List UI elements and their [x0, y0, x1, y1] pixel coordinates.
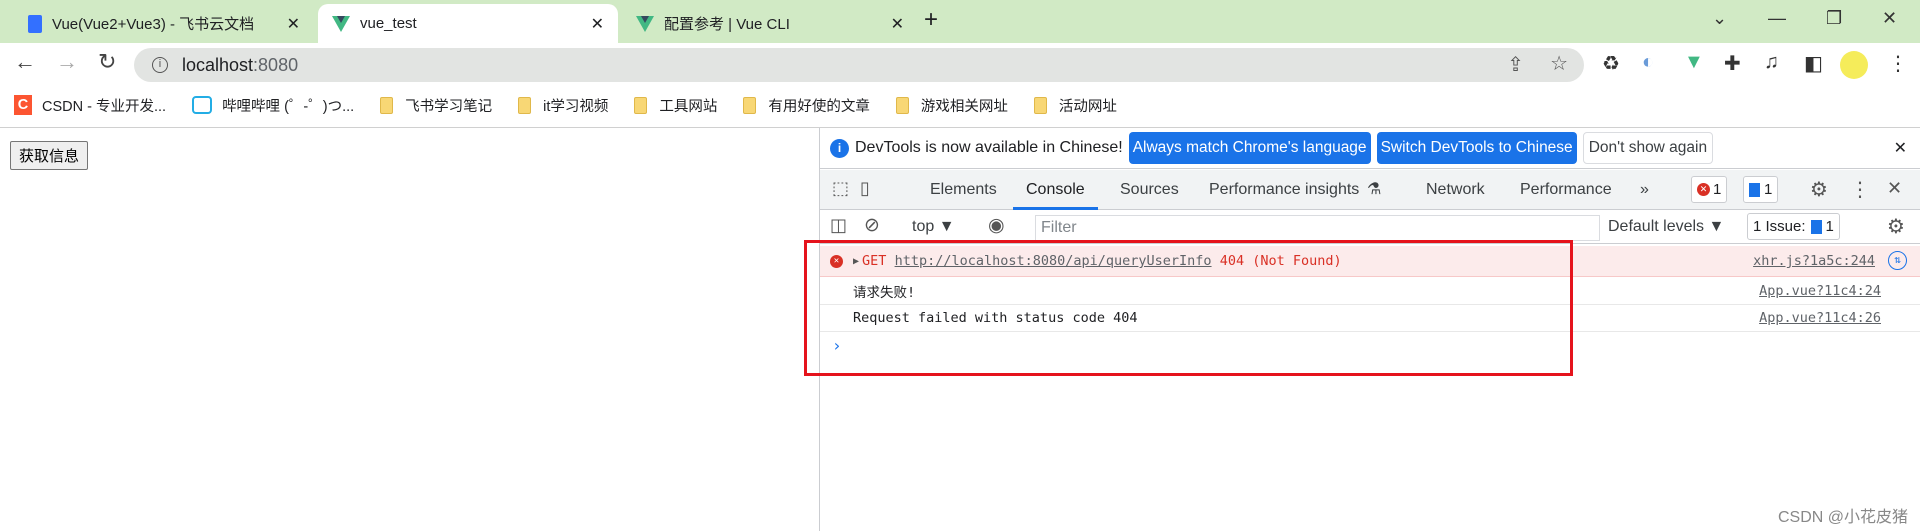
close-tab-icon[interactable]: ✕ — [287, 14, 300, 34]
source-link[interactable]: xhr.js?1a5c:244 — [1753, 253, 1875, 269]
tab-network[interactable]: Network — [1426, 170, 1485, 210]
vue-icon — [332, 15, 350, 32]
site-info-icon[interactable]: i — [152, 57, 168, 73]
share-icon[interactable]: ⇪ — [1507, 52, 1524, 77]
vue-icon — [636, 15, 654, 32]
bookmark-folder[interactable]: 工具网站 — [634, 95, 717, 116]
highlight-box — [804, 240, 1573, 376]
get-info-button[interactable]: 获取信息 — [10, 141, 89, 170]
source-link[interactable]: App.vue?11c4:24 — [1759, 283, 1881, 299]
console-settings-icon[interactable]: ⚙ — [1887, 214, 1905, 239]
bilibili-icon — [192, 96, 213, 114]
vue-devtools-icon[interactable]: ▼ — [1684, 51, 1704, 74]
context-selector[interactable]: top ▼ — [912, 218, 955, 236]
sidebar-toggle-icon[interactable]: ◫ — [830, 215, 847, 236]
switch-to-chinese-button[interactable]: Switch DevTools to Chinese — [1376, 132, 1577, 164]
device-toolbar-icon[interactable]: ▯ — [860, 178, 870, 199]
feishu-doc-icon — [28, 14, 42, 33]
bookmark-folder[interactable]: 活动网址 — [1033, 95, 1117, 116]
folder-icon — [380, 96, 394, 114]
info-icon: i — [830, 138, 849, 158]
inspect-element-icon[interactable]: ⬚ — [832, 178, 849, 199]
csdn-icon: C — [14, 95, 32, 115]
folder-icon — [518, 96, 532, 114]
bookmarks-bar: C CSDN - 专业开发... 哔哩哔哩 (゜-゜)つ... 飞书学习笔记 it… — [0, 83, 1920, 128]
tab-search-icon[interactable]: ⌄ — [1712, 8, 1727, 29]
profile-avatar[interactable] — [1840, 51, 1868, 79]
tab-bar: Vue(Vue2+Vue3) - 飞书云文档 ✕ vue_test ✕ 配置参考… — [0, 0, 1920, 43]
tab-feishu[interactable]: Vue(Vue2+Vue3) - 飞书云文档 ✕ — [14, 4, 314, 43]
watermark: CSDN @小花皮猪 — [1778, 509, 1909, 526]
bookmark-folder[interactable]: 有用好使的文章 — [743, 95, 870, 116]
network-request-icon[interactable]: ⇅ — [1888, 251, 1907, 270]
recycle-extension-icon[interactable]: ♻ — [1602, 51, 1620, 76]
console-toolbar: ◫ ⊘ top ▼ ◉ Filter Default levels ▼ 1 Is… — [820, 210, 1920, 244]
dont-show-again-button[interactable]: Don't show again — [1582, 132, 1714, 164]
tab-vue-cli[interactable]: 配置参考 | Vue CLI ✕ — [622, 4, 918, 43]
bookmark-folder[interactable]: 游戏相关网址 — [895, 95, 1008, 116]
issues-button[interactable]: 1 Issue: 1 — [1747, 213, 1840, 240]
extension-swirl-icon[interactable]: ◐ — [1642, 51, 1654, 74]
settings-gear-icon[interactable]: ⚙ — [1810, 177, 1828, 202]
back-icon[interactable]: ← — [14, 49, 36, 75]
new-tab-button[interactable]: + — [924, 6, 938, 34]
source-link[interactable]: App.vue?11c4:26 — [1759, 310, 1881, 326]
log-levels-dropdown[interactable]: Default levels ▼ — [1608, 218, 1724, 236]
browser-toolbar: ← → ↻ i localhost:8080 ⇪ ☆ ♻ ◐ ▼ ✚ ♫ ◧ ⋮ — [0, 43, 1920, 83]
bookmark-csdn[interactable]: C CSDN - 专业开发... — [14, 95, 166, 116]
close-window-icon[interactable]: ✕ — [1882, 8, 1897, 29]
close-infobar-icon[interactable]: ✕ — [1894, 138, 1907, 158]
tab-sources[interactable]: Sources — [1120, 170, 1179, 210]
error-icon: ✕ — [1697, 183, 1710, 196]
bookmark-bilibili[interactable]: 哔哩哔哩 (゜-゜)つ... — [192, 95, 354, 116]
devtools-language-infobar: i DevTools is now available in Chinese! … — [820, 128, 1920, 169]
devtools-tabs: ⬚ ▯ Elements Console Sources Performance… — [820, 170, 1920, 210]
bookmark-folder[interactable]: it学习视频 — [518, 95, 608, 116]
folder-icon — [634, 96, 648, 114]
message-icon — [1810, 219, 1822, 234]
folder-icon — [895, 96, 909, 114]
always-match-language-button[interactable]: Always match Chrome's language — [1128, 132, 1371, 164]
more-options-icon[interactable]: ⋮ — [1850, 177, 1870, 202]
error-count-badge[interactable]: ✕ 1 — [1691, 176, 1728, 203]
flask-icon: ⚗ — [1367, 181, 1382, 198]
media-icon[interactable]: ♫ — [1764, 51, 1779, 74]
address-bar[interactable]: i localhost:8080 ⇪ ☆ — [134, 48, 1584, 82]
close-tab-icon[interactable]: ✕ — [891, 14, 904, 34]
minimize-icon[interactable]: — — [1768, 8, 1786, 29]
menu-kebab-icon[interactable]: ⋮ — [1888, 51, 1908, 76]
folder-icon — [743, 96, 757, 114]
bookmark-star-icon[interactable]: ☆ — [1550, 51, 1568, 76]
extensions-puzzle-icon[interactable]: ✚ — [1724, 51, 1741, 76]
tab-elements[interactable]: Elements — [930, 170, 997, 210]
reload-icon[interactable]: ↻ — [98, 49, 116, 75]
message-count-badge[interactable]: 1 — [1743, 176, 1779, 203]
tab-performance[interactable]: Performance — [1520, 170, 1612, 210]
tab-vue-test[interactable]: vue_test ✕ — [318, 4, 618, 43]
live-expression-eye-icon[interactable]: ◉ — [988, 214, 1005, 237]
tab-performance-insights[interactable]: Performance insights — [1209, 170, 1359, 210]
close-tab-icon[interactable]: ✕ — [591, 14, 604, 34]
bookmark-folder[interactable]: 飞书学习笔记 — [380, 95, 492, 116]
message-icon — [1749, 182, 1760, 197]
more-tabs-icon[interactable]: » — [1640, 170, 1649, 210]
close-devtools-icon[interactable]: ✕ — [1887, 178, 1902, 199]
tab-console[interactable]: Console — [1013, 170, 1098, 210]
clear-console-icon[interactable]: ⊘ — [864, 214, 880, 237]
side-panel-icon[interactable]: ◧ — [1804, 51, 1823, 76]
folder-icon — [1033, 96, 1047, 114]
console-filter-input[interactable]: Filter — [1035, 215, 1600, 241]
restore-icon[interactable]: ❐ — [1826, 8, 1842, 29]
forward-icon[interactable]: → — [56, 49, 78, 75]
